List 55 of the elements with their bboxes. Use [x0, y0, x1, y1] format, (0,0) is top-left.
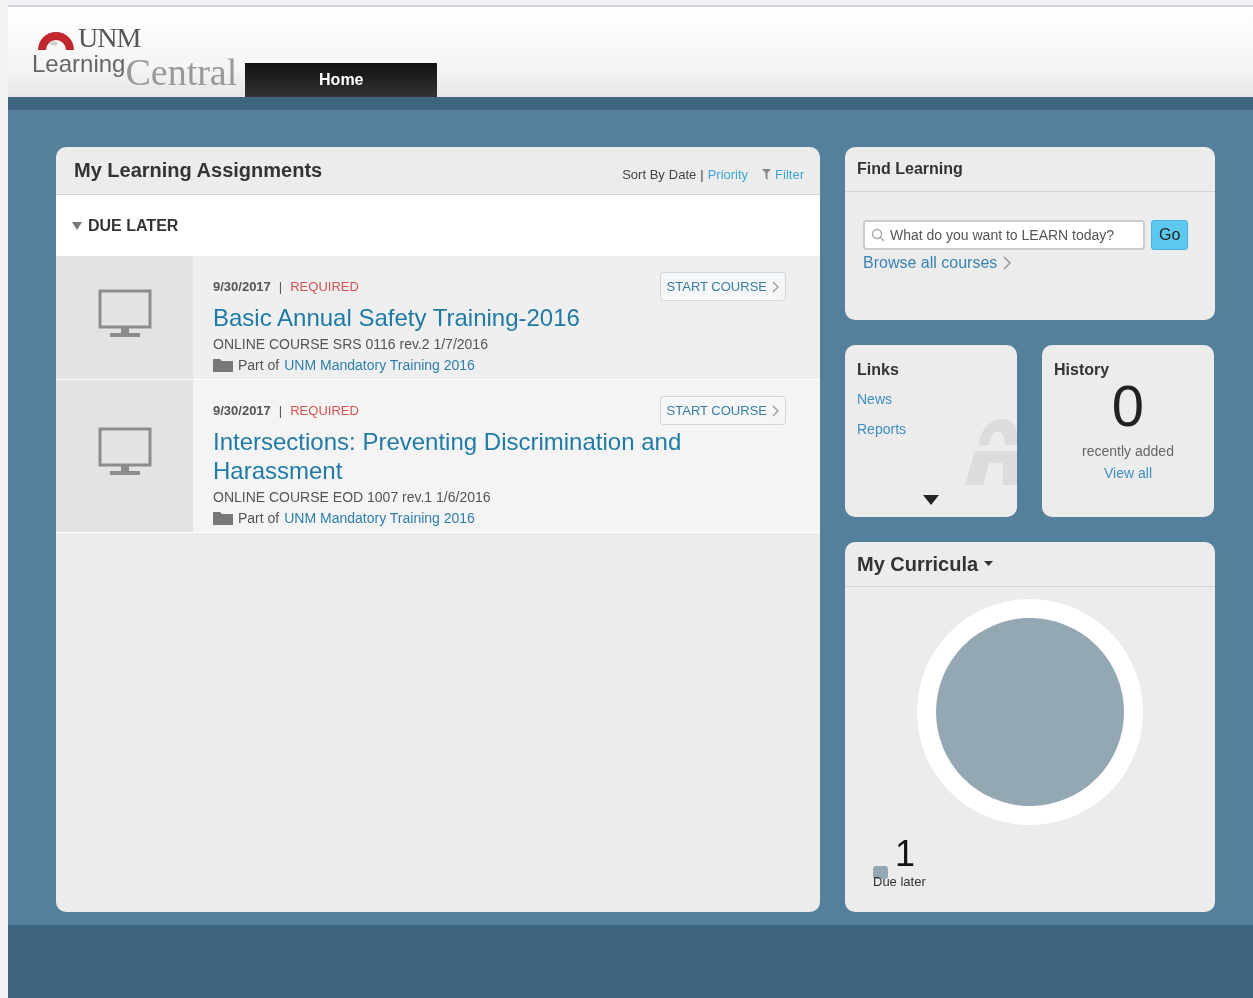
group-label: DUE LATER: [88, 216, 179, 235]
card-title: Find Learning: [857, 160, 963, 178]
sort-label: Sort By: [622, 167, 665, 182]
arch-logo-icon: [36, 29, 76, 51]
card-title: Links: [857, 361, 900, 379]
course-meta: ONLINE COURSE EOD 1007 rev.1 1/6/2016: [213, 489, 492, 505]
required-tag: REQUIRED: [290, 403, 359, 418]
search-field[interactable]: What do you want to LEARN today?: [863, 220, 1145, 250]
card-title: History: [1054, 361, 1110, 379]
search-icon: [871, 228, 885, 242]
curriculum-link[interactable]: UNM Mandatory Training 2016: [284, 357, 475, 373]
filter-link[interactable]: Filter: [775, 167, 804, 182]
monitor-icon: [97, 427, 152, 477]
filter-icon: [762, 169, 772, 180]
chevron-icon: [1003, 256, 1013, 270]
sort-option[interactable]: Date: [668, 167, 697, 182]
logo-text: Central: [125, 53, 238, 91]
curriculum-link[interactable]: UNM Mandatory Training 2016: [284, 510, 475, 526]
start-course-button[interactable]: START COURSE: [659, 396, 786, 425]
go-button[interactable]: Go: [1151, 220, 1189, 250]
logo-text: UNM: [78, 25, 141, 51]
due-date: 9/30/2017: [213, 279, 271, 294]
history-caption: recently added: [1082, 443, 1174, 459]
separator: |: [700, 167, 704, 182]
browse-link[interactable]: Browse all courses: [863, 254, 1197, 272]
folder-icon: [213, 358, 233, 372]
sort-option[interactable]: Priority: [707, 167, 749, 182]
chevron-icon: [772, 404, 779, 417]
part-of-label: Part of: [238, 357, 280, 373]
caret-icon[interactable]: [923, 495, 939, 505]
separator: |: [278, 279, 283, 294]
legend-label: Due later: [873, 874, 926, 889]
link-item[interactable]: Reports: [857, 421, 907, 437]
history-count: 0: [1111, 377, 1145, 435]
course-title-link[interactable]: Intersections: Preventing Discrimination and Harassment: [213, 427, 733, 485]
caret-icon[interactable]: [984, 561, 994, 567]
legend-count: 1: [895, 837, 917, 871]
home-tab[interactable]: Home: [245, 63, 438, 97]
legend-swatch: [873, 866, 888, 879]
logo-text: Learning: [32, 51, 126, 77]
course-meta: ONLINE COURSE SRS 0116 rev.2 1/7/2016: [213, 336, 489, 352]
course-title-link[interactable]: Basic Annual Safety Training-2016: [213, 303, 733, 332]
chevron-icon: [772, 280, 779, 293]
view-all-link[interactable]: View all: [1104, 465, 1152, 481]
collapse-triangle-icon[interactable]: [72, 221, 82, 230]
required-tag: REQUIRED: [290, 279, 359, 294]
card-title: My Learning Assignments: [74, 159, 323, 182]
card-title[interactable]: My Curricula: [857, 552, 979, 576]
separator: |: [278, 403, 283, 418]
part-of-label: Part of: [238, 510, 280, 526]
due-date: 9/30/2017: [213, 403, 271, 418]
link-item[interactable]: News: [857, 391, 892, 407]
monitor-icon: [97, 288, 152, 339]
folder-icon: [213, 511, 233, 525]
start-course-button[interactable]: START COURSE: [659, 272, 786, 301]
